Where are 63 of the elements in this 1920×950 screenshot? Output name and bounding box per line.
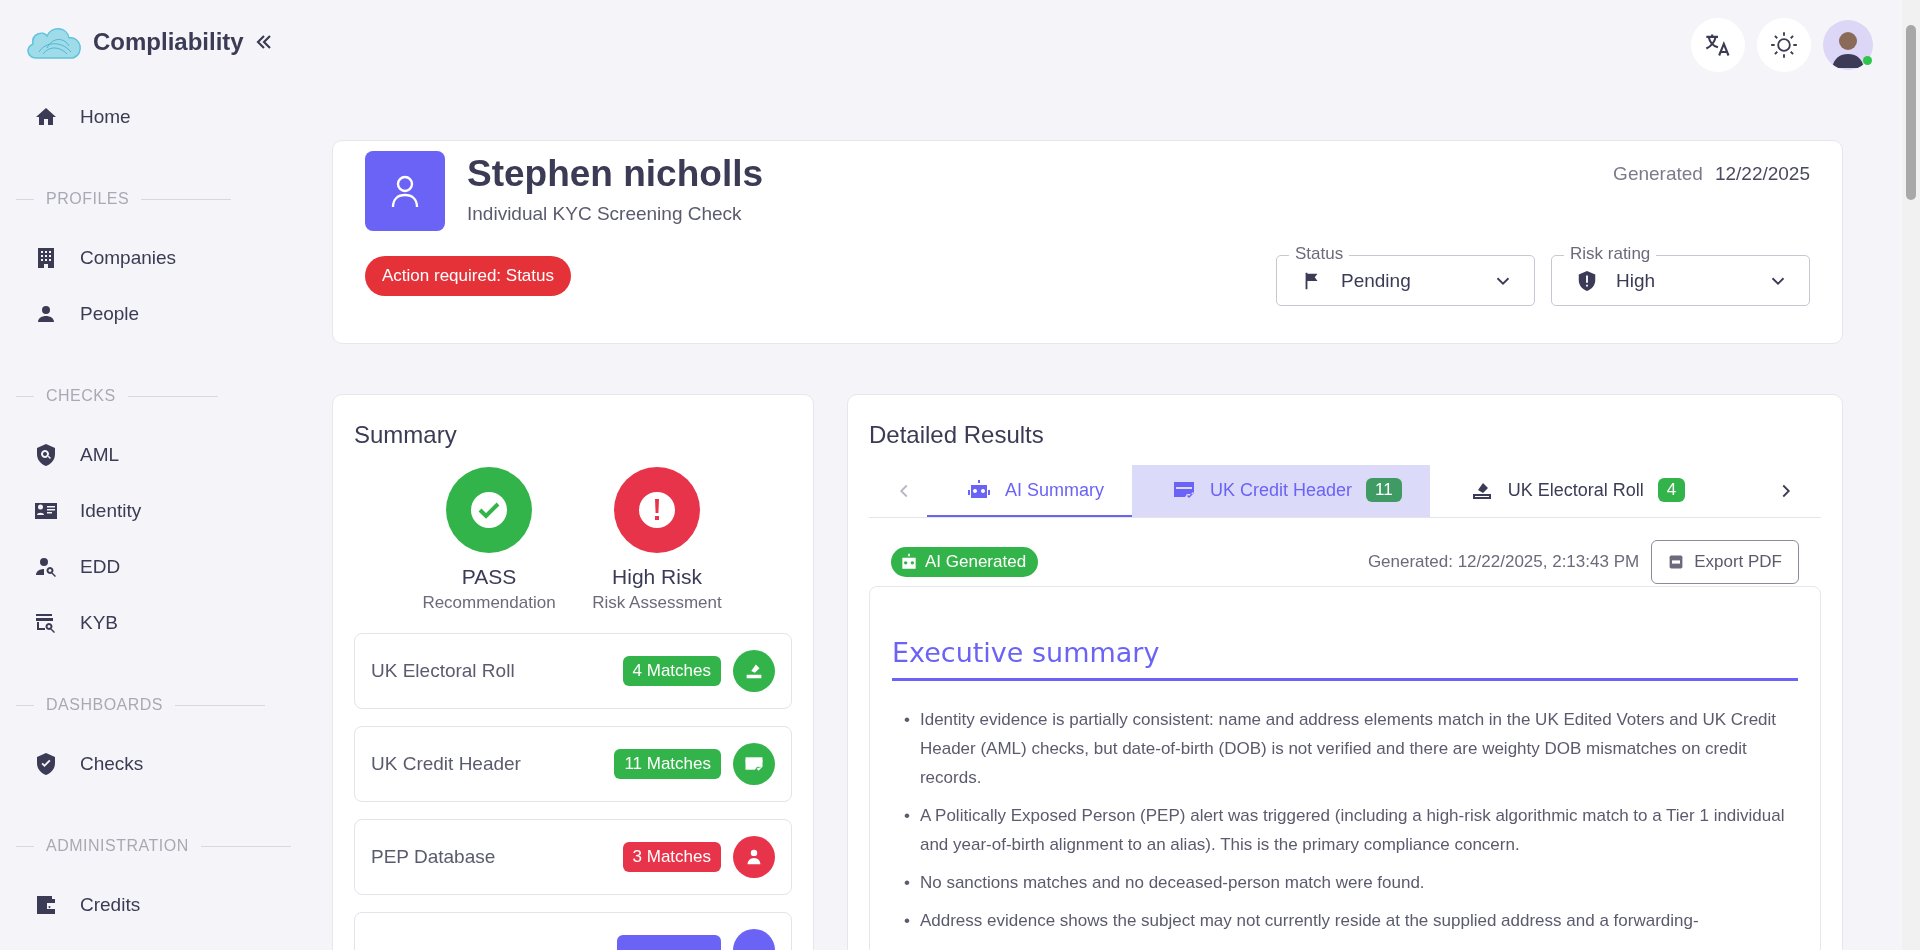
bullet-marker: • <box>904 872 910 894</box>
bullet-marker: • <box>904 910 910 932</box>
user-avatar[interactable] <box>1823 20 1873 70</box>
sun-icon <box>1770 31 1798 59</box>
summary-bullet: No sanctions matches and no deceased-person match were found. <box>919 872 1426 894</box>
card-title: Summary <box>354 421 458 449</box>
nav-item[interactable]: Identity <box>0 483 332 539</box>
tab[interactable]: UK Electoral Roll 4 <box>1429 465 1714 517</box>
nav-item[interactable]: Checks <box>0 736 332 792</box>
section-heading: PROFILES <box>46 190 130 208</box>
bullet-marker: • <box>904 805 910 827</box>
pdf-file-icon <box>1668 554 1685 570</box>
nav-item[interactable]: Credits <box>0 877 332 933</box>
verdict-value: PASS <box>461 565 517 589</box>
generated-label: Generated <box>1613 163 1703 186</box>
report-heading: Executive summary <box>892 637 1798 681</box>
count-badge: 4 <box>1657 478 1686 502</box>
card-title: Detailed Results <box>869 421 1045 449</box>
robot-icon <box>899 552 919 572</box>
export-pdf-button[interactable]: Export PDF <box>1651 540 1799 584</box>
person-tie-icon <box>733 836 775 878</box>
nav-item[interactable]: People <box>0 286 332 342</box>
person-name: Stephen nicholls <box>467 153 764 195</box>
nav-item[interactable]: KYB <box>0 595 332 651</box>
generated-timestamp: Generated: 12/22/2025, 2:13:43 PM <box>1367 552 1640 572</box>
summary-bullet: A Politically Exposed Person (PEP) alert was triggered (including a high-risk algorithmic match to a Tier 1 individual and year-of-birth alignment to an alias). This is the primary compliance concern. <box>919 805 1786 856</box>
wallet-icon <box>34 893 58 917</box>
match-count-badge: 11 Matches <box>614 749 721 779</box>
nav-item[interactable]: AML <box>0 427 332 483</box>
generated-date: 12/22/2025 <box>1714 163 1810 186</box>
check-name: UK Credit Header <box>371 753 521 775</box>
count-badge: 11 <box>1366 478 1402 502</box>
check-name: UK Electoral Roll <box>371 660 515 682</box>
nav-item[interactable]: Home <box>0 89 332 145</box>
section-heading: ADMINISTRATION <box>46 837 189 855</box>
bullet-marker: • <box>904 709 910 731</box>
check-row[interactable]: UK Electoral Roll 4 Matches <box>354 633 792 709</box>
match-count-badge: 4 Matches <box>622 656 721 686</box>
ballot-icon <box>733 650 775 692</box>
check-name: PEP Database <box>371 846 496 868</box>
badge-label: AI Generated <box>925 552 1027 572</box>
nav-item[interactable]: EDD <box>0 539 332 595</box>
summary-bullet: Address evidence shows the subject may not currently reside at the supplied address and a forwarding- <box>919 910 1700 932</box>
scrollbar[interactable] <box>1902 0 1920 950</box>
person-search-icon <box>34 555 58 579</box>
shield-alert-icon <box>1576 269 1598 292</box>
match-count-badge: 3 Matches <box>622 842 721 872</box>
alert-badge: Action required: Status <box>365 255 571 296</box>
shield-search-icon <box>34 443 58 467</box>
app-name: Compliability <box>93 28 244 56</box>
verdict-caption: Recommendation <box>422 593 556 613</box>
shield-check-icon <box>34 752 58 776</box>
store-search-icon <box>34 611 58 635</box>
verdict-caption: Risk Assessment <box>592 593 722 613</box>
check-type: Individual KYC Screening Check <box>467 203 743 225</box>
check-row[interactable]: PEP Database 3 Matches <box>354 819 792 895</box>
check-row[interactable]: UK Credit Header 11 Matches <box>354 726 792 802</box>
card-check-icon <box>733 743 775 785</box>
section-heading: CHECKS <box>46 387 116 405</box>
section-heading: DASHBOARDS <box>46 696 164 714</box>
summary-bullet: Identity evidence is partially consistent: name and address elements match in the UK Edited Voters and UK Credit Header (AML) checks, but date-of-birth (DOB) is not verified and there are weighty DOB mismatches on credit records. <box>919 709 1778 789</box>
nav-item[interactable]: Companies <box>0 230 332 286</box>
verdict-value: High Risk <box>612 565 702 589</box>
